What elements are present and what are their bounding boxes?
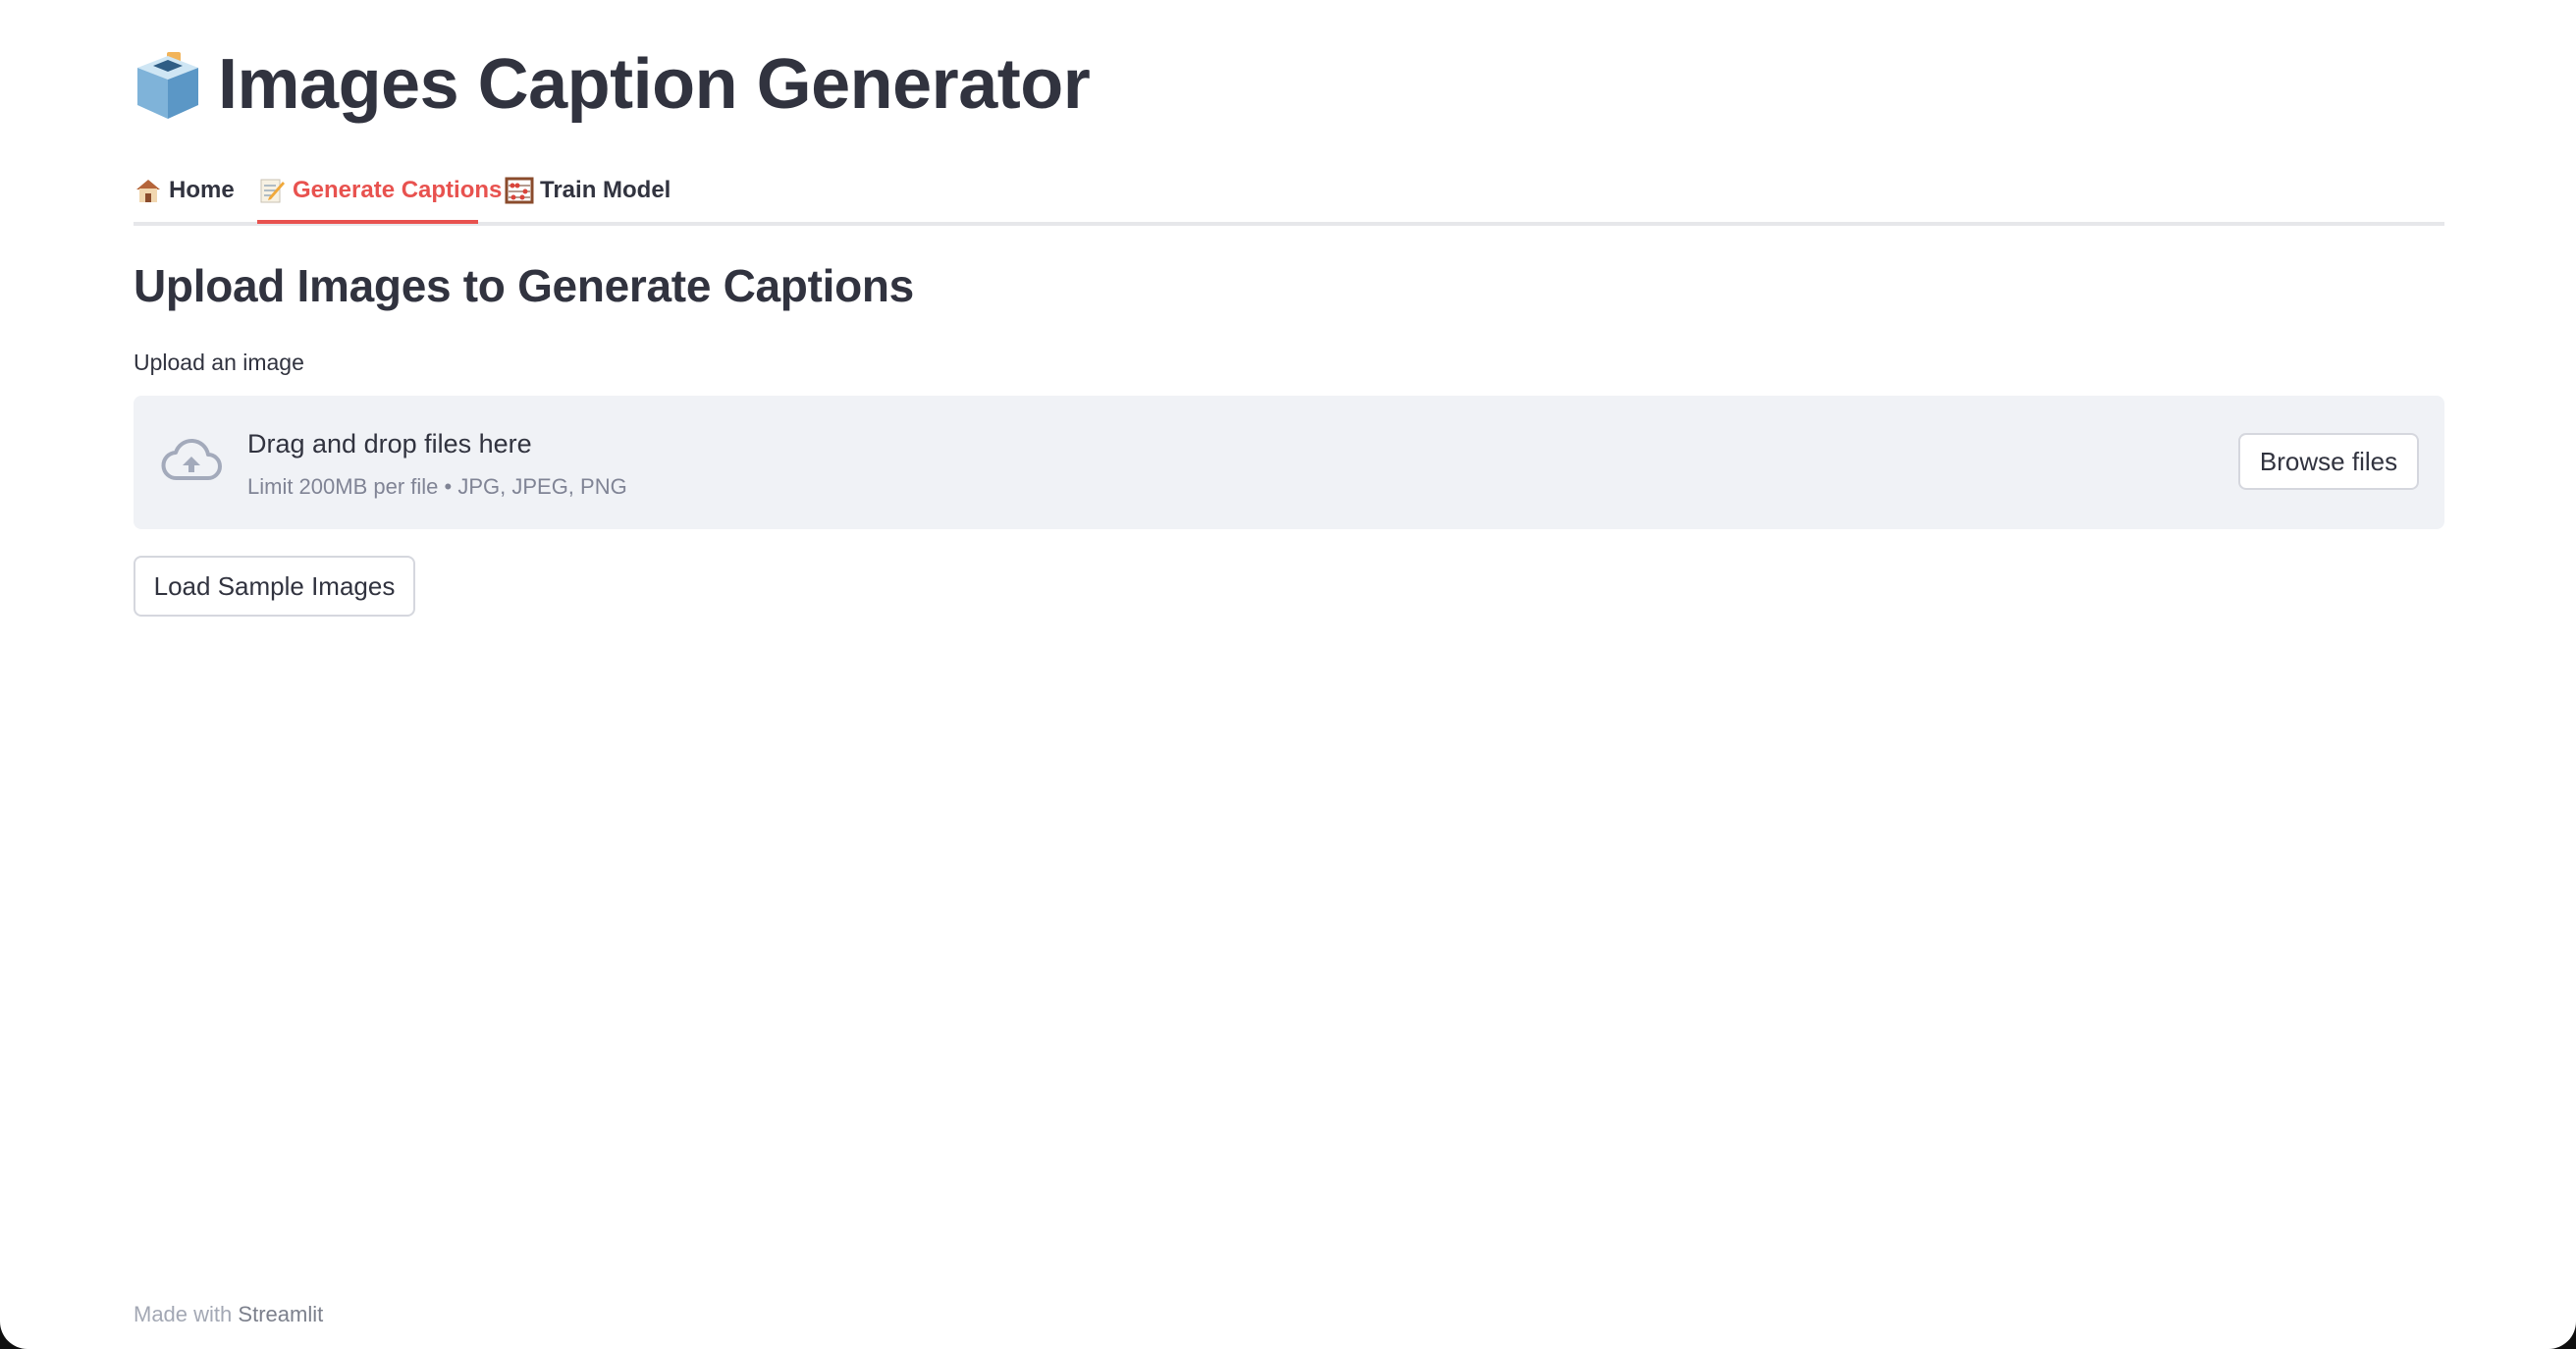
dropzone-title: Drag and drop files here [247,429,532,459]
tab-generate-captions[interactable]: Generate Captions [257,159,502,222]
page-title: Images Caption Generator [218,45,1091,124]
page-title-row: Images Caption Generator [134,35,1091,134]
app-window: Images Caption Generator Home Generate C… [0,0,2576,1349]
upload-label: Upload an image [134,350,304,375]
memo-icon [257,176,287,205]
footer: Made with Streamlit [134,1302,323,1327]
tab-generate-captions-label: Generate Captions [293,177,503,203]
footer-prefix: Made with [134,1302,233,1326]
window-corner-right [2549,1322,2576,1349]
tab-train-model-label: Train Model [540,177,671,203]
streamlit-link[interactable]: Streamlit [238,1302,323,1326]
dropzone-limits: Limit 200MB per file • JPG, JPEG, PNG [247,474,627,499]
tab-train-model[interactable]: Train Model [505,159,671,222]
house-icon [134,176,163,205]
file-dropzone[interactable]: Drag and drop files here Limit 200MB per… [134,396,2444,529]
browse-files-button[interactable]: Browse files [2238,433,2419,490]
tab-bar: Home Generate Captions Train Model [134,159,2444,226]
tab-home[interactable]: Home [134,159,235,222]
tab-home-label: Home [169,177,235,203]
window-corner-left [0,1322,27,1349]
section-heading: Upload Images to Generate Captions [134,260,914,311]
active-tab-indicator [257,220,478,224]
ballot-box-icon [134,46,202,123]
cloud-upload-icon [159,433,224,488]
load-sample-images-button[interactable]: Load Sample Images [134,556,415,617]
abacus-icon [505,176,534,205]
